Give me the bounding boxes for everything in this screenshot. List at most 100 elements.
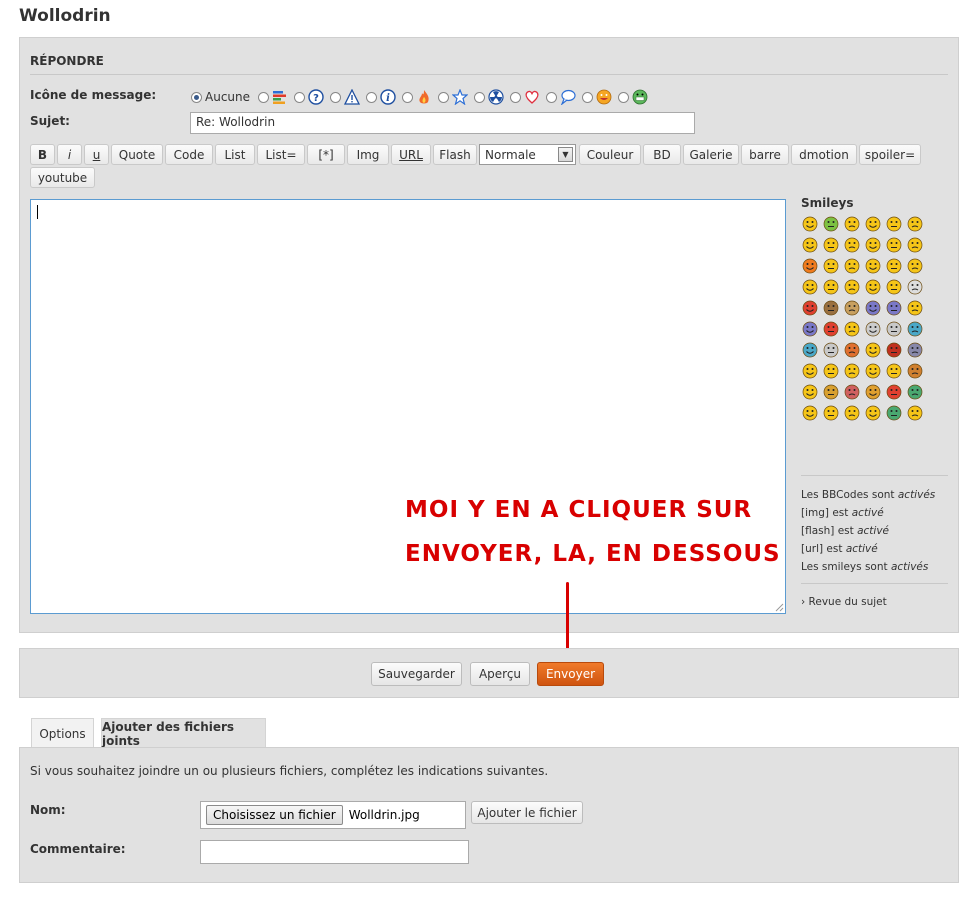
icon-radio-info[interactable] [366, 91, 378, 103]
tab-options[interactable]: Options [31, 718, 94, 748]
smiley-icon[interactable] [865, 321, 881, 337]
smiley-icon[interactable] [802, 258, 818, 274]
preview-button[interactable]: Aperçu [470, 662, 530, 686]
strike-button[interactable]: barre [741, 144, 789, 165]
bd-button[interactable]: BD [643, 144, 681, 165]
smiley-icon[interactable] [865, 384, 881, 400]
smiley-icon[interactable] [802, 384, 818, 400]
smiley-icon[interactable] [802, 405, 818, 421]
quote-button[interactable]: Quote [111, 144, 163, 165]
icon-radio-question[interactable] [294, 91, 306, 103]
smiley-icon[interactable] [865, 216, 881, 232]
bold-button[interactable]: B [30, 144, 55, 165]
smiley-icon[interactable] [823, 342, 839, 358]
smiley-icon[interactable] [844, 258, 860, 274]
smiley-icon[interactable] [802, 321, 818, 337]
smiley-icon[interactable] [907, 363, 923, 379]
url-button[interactable]: URL [391, 144, 431, 165]
spoiler-button[interactable]: spoiler= [859, 144, 921, 165]
icon-radio-radiation[interactable] [474, 91, 486, 103]
smiley-icon[interactable] [802, 342, 818, 358]
smiley-icon[interactable] [886, 363, 902, 379]
smiley-icon[interactable] [907, 342, 923, 358]
smiley-icon[interactable] [865, 279, 881, 295]
subject-input[interactable]: Re: Wollodrin [190, 112, 695, 134]
list-ordered-button[interactable]: List= [257, 144, 305, 165]
smiley-icon[interactable] [844, 342, 860, 358]
smiley-icon[interactable] [886, 237, 902, 253]
smiley-icon[interactable] [907, 279, 923, 295]
color-button[interactable]: Couleur [579, 144, 641, 165]
file-input[interactable]: Choisissez un fichier Wolldrin.jpg [200, 801, 466, 829]
smiley-icon[interactable] [865, 405, 881, 421]
smiley-icon[interactable] [802, 216, 818, 232]
smiley-icon[interactable] [886, 405, 902, 421]
img-button[interactable]: Img [347, 144, 389, 165]
smiley-icon[interactable] [865, 258, 881, 274]
smiley-icon[interactable] [886, 216, 902, 232]
code-button[interactable]: Code [165, 144, 213, 165]
topic-review-link[interactable]: › Revue du sujet [801, 596, 887, 608]
smiley-icon[interactable] [865, 363, 881, 379]
smiley-icon[interactable] [802, 237, 818, 253]
comment-input[interactable] [200, 840, 469, 864]
tab-attachments[interactable]: Ajouter des fichiers joints [101, 718, 266, 749]
smiley-icon[interactable] [886, 279, 902, 295]
choose-file-button[interactable]: Choisissez un fichier [206, 805, 343, 825]
smiley-icon[interactable] [907, 384, 923, 400]
icon-radio-flame[interactable] [402, 91, 414, 103]
dmotion-button[interactable]: dmotion [791, 144, 857, 165]
icon-radio-orange-smiley[interactable] [582, 91, 594, 103]
smiley-icon[interactable] [844, 279, 860, 295]
smiley-icon[interactable] [907, 300, 923, 316]
font-size-select[interactable]: Normale ▼ [479, 144, 576, 165]
resize-grip-icon[interactable] [774, 602, 784, 612]
gallery-button[interactable]: Galerie [683, 144, 739, 165]
smiley-icon[interactable] [886, 384, 902, 400]
smiley-icon[interactable] [865, 342, 881, 358]
smiley-icon[interactable] [844, 405, 860, 421]
smiley-icon[interactable] [823, 237, 839, 253]
smiley-icon[interactable] [907, 216, 923, 232]
smiley-icon[interactable] [886, 321, 902, 337]
smiley-icon[interactable] [907, 321, 923, 337]
smiley-icon[interactable] [844, 300, 860, 316]
icon-radio-none[interactable] [191, 91, 202, 103]
smiley-icon[interactable] [865, 300, 881, 316]
smiley-icon[interactable] [823, 258, 839, 274]
flash-button[interactable]: Flash [433, 144, 477, 165]
smiley-icon[interactable] [802, 300, 818, 316]
list-item-button[interactable]: [*] [307, 144, 345, 165]
smiley-icon[interactable] [844, 321, 860, 337]
smiley-icon[interactable] [844, 216, 860, 232]
icon-radio-grin[interactable] [618, 91, 630, 103]
smiley-icon[interactable] [865, 237, 881, 253]
smiley-icon[interactable] [907, 258, 923, 274]
add-file-button[interactable]: Ajouter le fichier [471, 801, 583, 824]
smiley-icon[interactable] [823, 216, 839, 232]
smiley-icon[interactable] [823, 279, 839, 295]
smiley-icon[interactable] [823, 300, 839, 316]
smiley-icon[interactable] [802, 363, 818, 379]
underline-button[interactable]: u [84, 144, 109, 165]
smiley-icon[interactable] [886, 258, 902, 274]
icon-radio-star[interactable] [438, 91, 450, 103]
smiley-icon[interactable] [823, 321, 839, 337]
smiley-icon[interactable] [823, 363, 839, 379]
smiley-icon[interactable] [886, 342, 902, 358]
save-button[interactable]: Sauvegarder [371, 662, 462, 686]
smiley-icon[interactable] [844, 384, 860, 400]
smiley-icon[interactable] [907, 237, 923, 253]
smiley-icon[interactable] [844, 237, 860, 253]
smiley-icon[interactable] [823, 384, 839, 400]
icon-radio-warning[interactable] [330, 91, 342, 103]
smiley-icon[interactable] [802, 279, 818, 295]
smiley-icon[interactable] [823, 405, 839, 421]
icon-radio-speech[interactable] [546, 91, 558, 103]
smiley-icon[interactable] [886, 300, 902, 316]
send-button[interactable]: Envoyer [537, 662, 604, 686]
smiley-icon[interactable] [907, 405, 923, 421]
icon-radio-chart[interactable] [258, 91, 270, 103]
list-button[interactable]: List [215, 144, 255, 165]
icon-radio-heart[interactable] [510, 91, 522, 103]
